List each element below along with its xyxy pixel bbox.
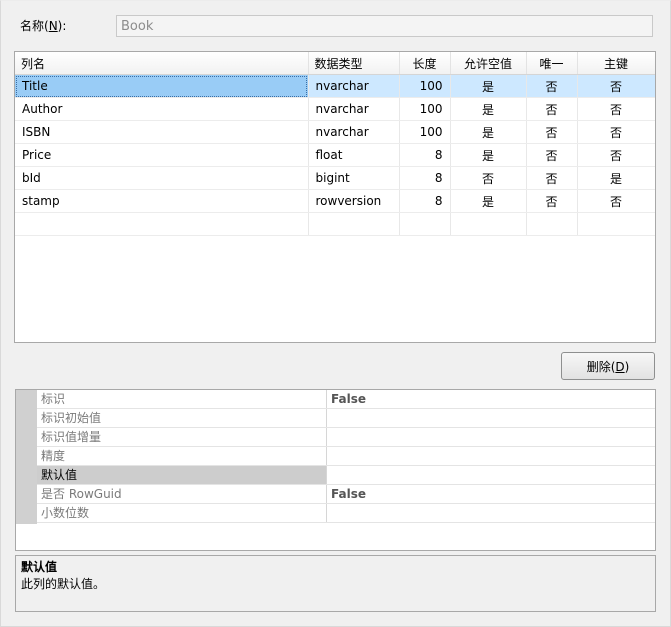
cell-column-name[interactable]: Price	[15, 143, 309, 167]
cell-column-name[interactable]: Title	[15, 74, 309, 98]
property-name: 默认值	[37, 466, 327, 484]
property-row-identity[interactable]: 标识 False	[37, 390, 655, 409]
cell-primary-key[interactable]: 否	[577, 120, 655, 144]
cell-length[interactable]: 8	[399, 143, 451, 167]
property-description-panel: 默认值 此列的默认值。	[15, 555, 656, 612]
cell-length[interactable]: 100	[399, 120, 451, 144]
columns-table: 列名 数据类型 长度 允许空值 唯一 主键 Title nvarchar 100…	[15, 52, 655, 236]
cell-primary-key[interactable]: 否	[577, 143, 655, 167]
property-value[interactable]	[331, 428, 655, 446]
property-name: 标识初始值	[37, 409, 327, 427]
table-name-input[interactable]	[116, 15, 653, 37]
property-value[interactable]	[331, 409, 655, 427]
cell-data-type[interactable]: rowversion	[308, 189, 400, 213]
property-row-is-rowguid[interactable]: 是否 RowGuid False	[37, 485, 655, 504]
description-text: 此列的默认值。	[21, 577, 106, 591]
cell-unique[interactable]: 否	[526, 120, 578, 144]
cell-unique[interactable]: 否	[526, 74, 578, 98]
cell-data-type[interactable]: bigint	[308, 166, 400, 190]
property-value[interactable]	[331, 466, 655, 484]
cell-unique[interactable]: 否	[526, 143, 578, 167]
columns-grid[interactable]: 列名 数据类型 长度 允许空值 唯一 主键 Title nvarchar 100…	[14, 51, 656, 343]
name-label-text: 名称(	[20, 19, 49, 33]
delete-label-mnemonic: D	[615, 359, 625, 374]
empty-cell[interactable]	[577, 212, 655, 236]
cell-data-type[interactable]: nvarchar	[308, 97, 400, 121]
property-name: 是否 RowGuid	[37, 485, 327, 503]
description-title: 默认值	[21, 560, 58, 574]
cell-length[interactable]: 8	[399, 189, 451, 213]
property-name: 标识值增量	[37, 428, 327, 446]
table-row[interactable]: Price float 8 是 否 否	[15, 143, 655, 167]
new-row-placeholder[interactable]	[15, 212, 655, 236]
cell-column-name[interactable]: Author	[15, 97, 309, 121]
delete-label-text: 删除(	[586, 359, 616, 374]
table-row[interactable]: Author nvarchar 100 是 否 否	[15, 97, 655, 121]
delete-label-suffix: )	[624, 359, 630, 374]
header-column-name[interactable]: 列名	[15, 52, 309, 75]
header-data-type[interactable]: 数据类型	[308, 52, 400, 75]
header-allow-null[interactable]: 允许空值	[450, 52, 527, 75]
cell-length[interactable]: 100	[399, 74, 451, 98]
cell-primary-key[interactable]: 是	[577, 166, 655, 190]
empty-cell[interactable]	[15, 212, 309, 236]
property-row-default-value[interactable]: 默认值	[37, 466, 655, 485]
table-row[interactable]: bId bigint 8 否 否 是	[15, 166, 655, 190]
property-value[interactable]: False	[331, 485, 655, 503]
cell-column-name[interactable]: stamp	[15, 189, 309, 213]
property-row-identity-seed[interactable]: 标识初始值	[37, 409, 655, 428]
cell-allow-null[interactable]: 是	[450, 74, 527, 98]
empty-cell[interactable]	[399, 212, 451, 236]
cell-allow-null[interactable]: 否	[450, 166, 527, 190]
property-row-precision[interactable]: 精度	[37, 447, 655, 466]
cell-column-name[interactable]: ISBN	[15, 120, 309, 144]
property-grid-gutter	[16, 390, 37, 524]
empty-cell[interactable]	[450, 212, 527, 236]
property-row-identity-increment[interactable]: 标识值增量	[37, 428, 655, 447]
property-name: 标识	[37, 390, 327, 408]
delete-button[interactable]: 删除(D)	[561, 352, 655, 380]
cell-unique[interactable]: 否	[526, 97, 578, 121]
cell-unique[interactable]: 否	[526, 189, 578, 213]
cell-data-type[interactable]: nvarchar	[308, 120, 400, 144]
property-row-scale[interactable]: 小数位数	[37, 504, 655, 523]
table-row[interactable]: ISBN nvarchar 100 是 否 否	[15, 120, 655, 144]
header-length[interactable]: 长度	[399, 52, 451, 75]
empty-cell[interactable]	[308, 212, 400, 236]
cell-primary-key[interactable]: 否	[577, 189, 655, 213]
header-primary-key[interactable]: 主键	[577, 52, 655, 75]
property-name: 小数位数	[37, 504, 327, 522]
cell-unique[interactable]: 否	[526, 166, 578, 190]
cell-allow-null[interactable]: 是	[450, 189, 527, 213]
cell-data-type[interactable]: nvarchar	[308, 74, 400, 98]
column-properties-grid[interactable]: 标识 False 标识初始值 标识值增量 精度 默认值 是否 RowGuid F…	[15, 389, 656, 551]
cell-primary-key[interactable]: 否	[577, 74, 655, 98]
property-name: 精度	[37, 447, 327, 465]
cell-allow-null[interactable]: 是	[450, 120, 527, 144]
property-value[interactable]	[331, 447, 655, 465]
columns-header-row: 列名 数据类型 长度 允许空值 唯一 主键	[15, 52, 655, 75]
empty-cell[interactable]	[526, 212, 578, 236]
name-label-suffix: ):	[57, 19, 67, 33]
header-unique[interactable]: 唯一	[526, 52, 578, 75]
name-label-mnemonic: N	[48, 19, 58, 33]
cell-allow-null[interactable]: 是	[450, 143, 527, 167]
cell-length[interactable]: 100	[399, 97, 451, 121]
property-value[interactable]	[331, 504, 655, 522]
cell-primary-key[interactable]: 否	[577, 97, 655, 121]
table-row[interactable]: stamp rowversion 8 是 否 否	[15, 189, 655, 213]
cell-column-name[interactable]: bId	[15, 166, 309, 190]
property-value[interactable]: False	[331, 390, 655, 408]
table-row[interactable]: Title nvarchar 100 是 否 否	[15, 74, 655, 98]
cell-data-type[interactable]: float	[308, 143, 400, 167]
cell-allow-null[interactable]: 是	[450, 97, 527, 121]
cell-length[interactable]: 8	[399, 166, 451, 190]
name-label: 名称(N):	[20, 16, 66, 36]
